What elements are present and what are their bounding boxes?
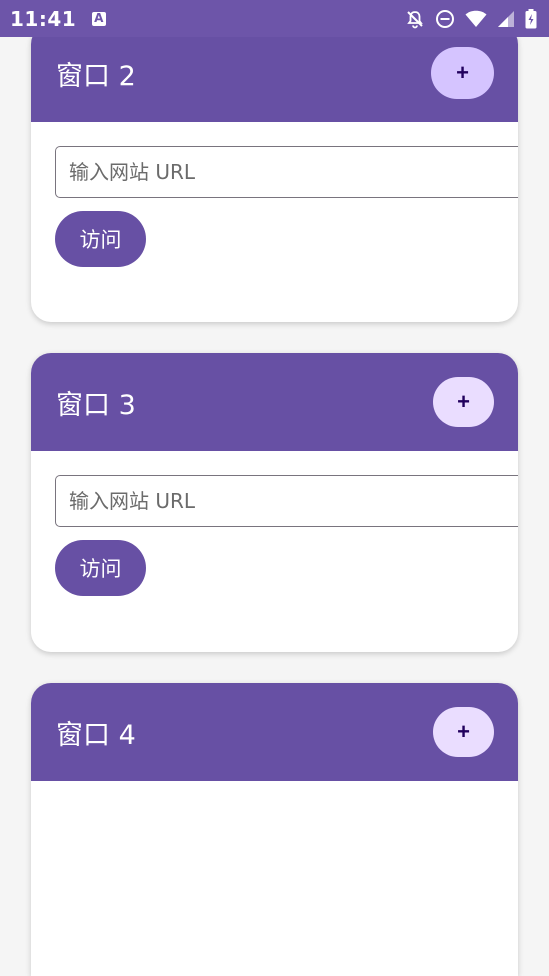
- window-card: 窗口 4 +: [31, 683, 518, 976]
- window-card-header: 窗口 2 +: [31, 24, 518, 122]
- window-card-body: 访问: [31, 122, 518, 267]
- window-card-header: 窗口 4 +: [31, 683, 518, 781]
- window-card-body: 访问: [31, 451, 518, 596]
- url-input[interactable]: [55, 146, 518, 198]
- url-input[interactable]: [55, 475, 518, 527]
- wifi-icon: [465, 10, 487, 28]
- cell-signal-icon: [497, 10, 515, 28]
- keyboard-a-icon: [92, 11, 107, 26]
- window-card: 窗口 2 + 访问: [31, 24, 518, 322]
- visit-button[interactable]: 访问: [55, 211, 146, 267]
- window-list[interactable]: 窗口 2 + 访问 窗口 3 + 访问 窗口 4 +: [0, 0, 549, 976]
- add-button[interactable]: +: [433, 707, 494, 757]
- window-title: 窗口 2: [56, 60, 136, 92]
- add-button[interactable]: +: [431, 47, 494, 99]
- window-title: 窗口 3: [56, 389, 136, 421]
- bell-off-icon: [405, 9, 425, 29]
- window-card-header: 窗口 3 +: [31, 353, 518, 451]
- battery-charging-icon: [525, 8, 537, 29]
- add-button[interactable]: +: [433, 377, 494, 427]
- window-card-body: [31, 781, 518, 805]
- window-card: 窗口 3 + 访问: [31, 353, 518, 652]
- status-time: 11:41: [10, 6, 77, 31]
- visit-button[interactable]: 访问: [55, 540, 146, 596]
- status-icons: [405, 8, 537, 29]
- window-title: 窗口 4: [56, 719, 136, 751]
- do-not-disturb-icon: [435, 9, 455, 29]
- status-bar: 11:41: [0, 0, 549, 37]
